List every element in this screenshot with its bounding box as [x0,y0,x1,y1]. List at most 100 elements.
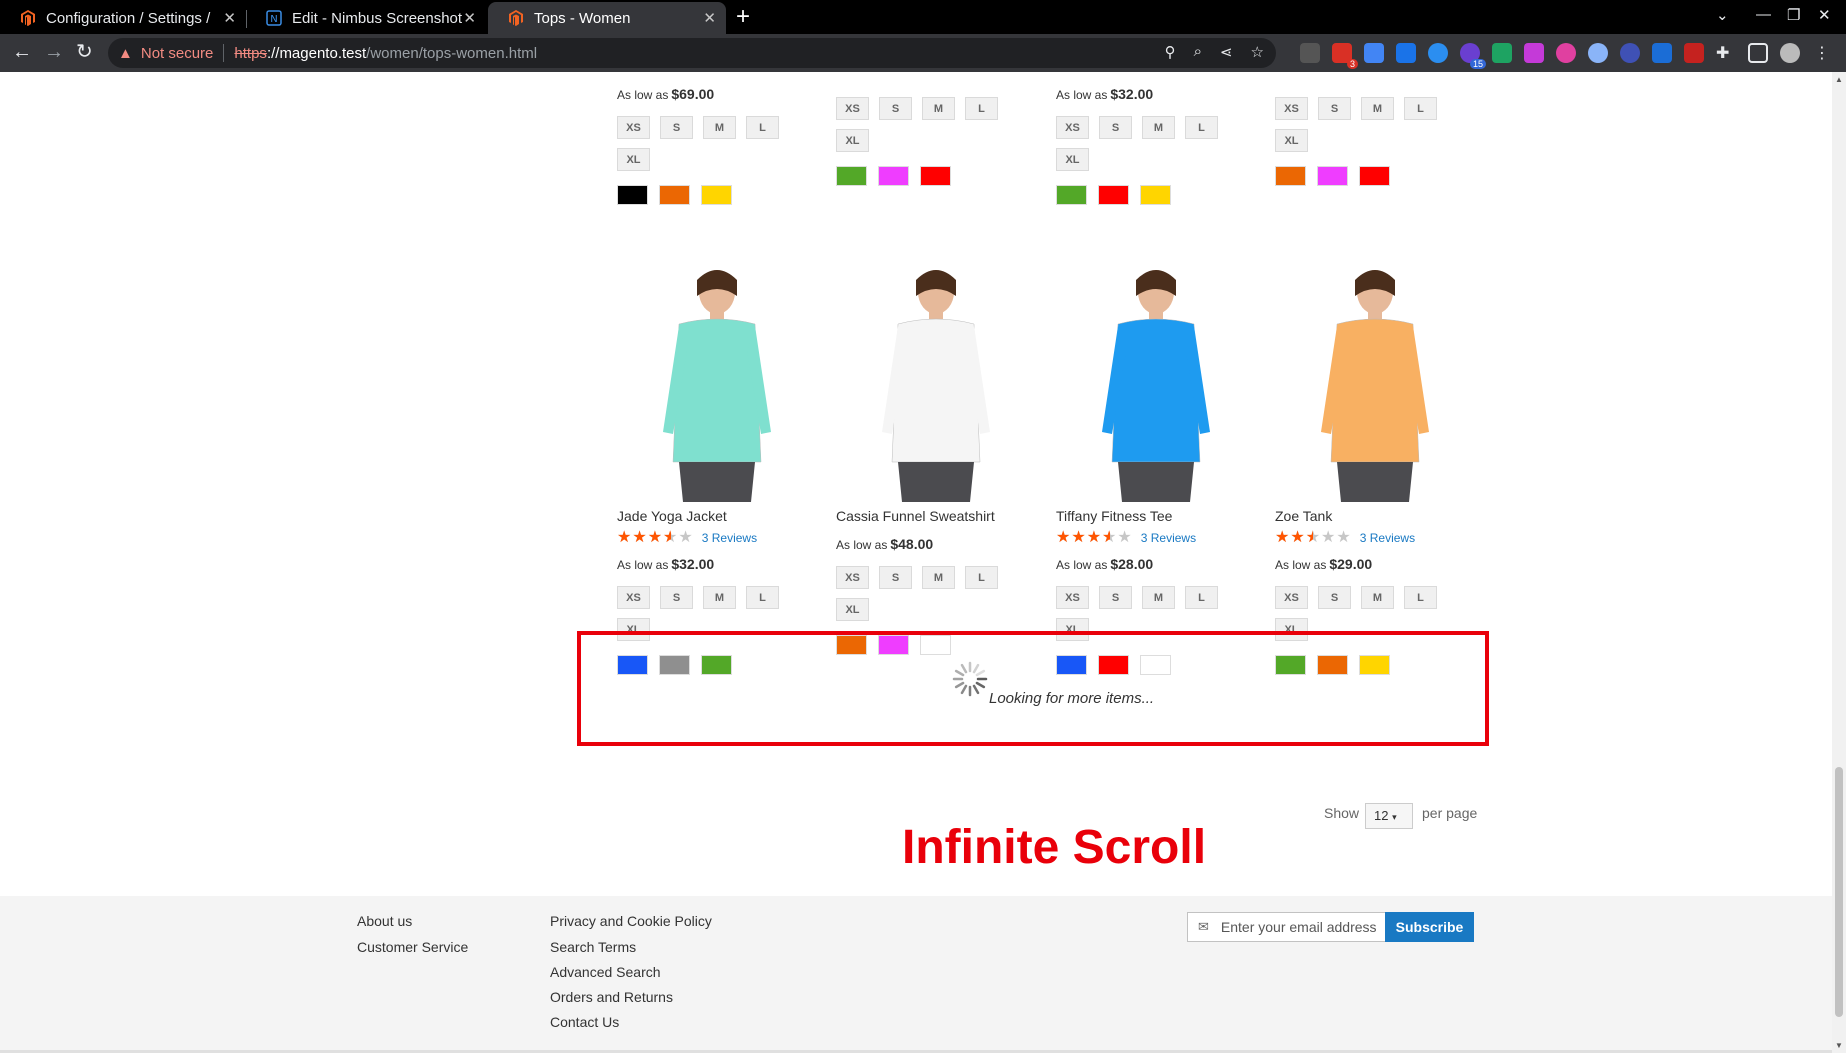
side-panel-icon[interactable] [1748,43,1768,63]
newsletter-email-field[interactable]: ✉ Enter your email address [1187,912,1387,942]
address-bar[interactable]: ▲ Not secure https ://magento.test /wome… [108,38,1276,68]
size-swatch[interactable]: XL [1275,129,1308,152]
color-extension-icon[interactable] [1524,43,1544,63]
size-swatch[interactable]: L [965,97,998,120]
size-swatch[interactable]: S [1318,586,1351,609]
tab-tops-women[interactable]: Tops - Women ✕ [488,2,726,34]
lips-extension-icon[interactable] [1684,43,1704,63]
puzzle-extension-icon[interactable]: 15 [1460,43,1486,69]
color-swatch[interactable] [1140,185,1171,205]
size-swatch[interactable]: L [746,116,779,139]
close-icon[interactable]: ✕ [223,9,236,27]
menu-kebab-icon[interactable]: ⋮ [1812,43,1832,63]
paw-extension-icon[interactable] [1588,43,1608,63]
color-swatch[interactable] [659,185,690,205]
color-swatch[interactable] [1098,185,1129,205]
size-swatch[interactable]: XL [836,129,869,152]
size-swatch[interactable]: L [1185,586,1218,609]
n-extension-icon[interactable] [1492,43,1512,63]
size-swatch[interactable]: M [1361,97,1394,120]
size-swatch[interactable]: XS [1275,586,1308,609]
footer-link-orders-returns[interactable]: Orders and Returns [550,989,673,1005]
size-swatch[interactable]: M [922,97,955,120]
new-tab-icon[interactable]: + [736,3,750,31]
share-icon[interactable]: ⋖ [1220,43,1233,61]
close-window-icon[interactable]: ✕ [1818,6,1831,24]
product-name[interactable]: Tiffany Fitness Tee [1056,508,1256,524]
footer-link-advanced-search[interactable]: Advanced Search [550,964,661,980]
color-swatch[interactable] [1056,185,1087,205]
color-swatch[interactable] [836,166,867,186]
size-swatch[interactable]: S [1318,97,1351,120]
back-icon[interactable]: ← [12,42,32,62]
color-swatch[interactable] [617,185,648,205]
footer-link-about[interactable]: About us [357,913,412,929]
size-swatch[interactable]: M [1361,586,1394,609]
close-icon[interactable]: ✕ [463,9,476,27]
size-swatch[interactable]: XL [1056,148,1089,171]
product-image[interactable] [1275,262,1475,502]
avatar[interactable] [1780,43,1800,63]
size-swatch[interactable]: S [879,97,912,120]
per-page-select[interactable]: 12 ▾ [1365,803,1413,829]
size-swatch[interactable]: M [703,586,736,609]
size-swatch[interactable]: M [1142,116,1175,139]
puzzle-piece-icon[interactable]: ✚ [1716,43,1736,63]
size-swatch[interactable]: S [660,116,693,139]
close-icon[interactable]: ✕ [703,9,716,27]
color-swatch[interactable] [920,166,951,186]
product-image[interactable] [617,262,817,502]
size-swatch[interactable]: L [1185,116,1218,139]
mail-extension-icon[interactable]: 3 [1332,43,1358,69]
scroll-down-icon[interactable]: ▼ [1835,1041,1843,1050]
color-swatch[interactable] [701,185,732,205]
tab-nimbus[interactable]: N Edit - Nimbus Screenshot ✕ [246,2,486,34]
product-name[interactable]: Cassia Funnel Sweatshirt [836,508,1036,524]
size-swatch[interactable]: L [1404,97,1437,120]
footer-link-privacy[interactable]: Privacy and Cookie Policy [550,913,712,929]
reviews-link[interactable]: 3 Reviews [1141,531,1196,545]
size-swatch[interactable]: L [1404,586,1437,609]
location-icon[interactable]: ⚲ [1165,43,1176,61]
translate-extension-icon[interactable] [1396,43,1416,63]
zoom-icon[interactable]: ⌕ [1194,43,1202,61]
size-swatch[interactable]: L [746,586,779,609]
restore-icon[interactable]: ❐ [1787,6,1800,24]
footer-link-customer-service[interactable]: Customer Service [357,939,468,955]
footer-link-search-terms[interactable]: Search Terms [550,939,636,955]
tab-search-icon[interactable]: ⌄ [1716,6,1729,24]
tab-configuration[interactable]: Configuration / Settings / ✕ [0,2,247,34]
size-swatch[interactable]: M [703,116,736,139]
size-swatch[interactable]: XS [836,566,869,589]
nimbus-extension-icon[interactable] [1652,43,1672,63]
circle-extension-icon[interactable] [1556,43,1576,63]
size-swatch[interactable]: M [1142,586,1175,609]
security-label[interactable]: Not secure [141,45,214,62]
size-swatch[interactable]: S [1099,586,1132,609]
size-swatch[interactable]: XL [617,148,650,171]
bookmark-star-icon[interactable]: ☆ [1251,43,1264,61]
color-swatch[interactable] [1317,166,1348,186]
size-swatch[interactable]: S [660,586,693,609]
page-scrollbar[interactable]: ▲ ▼ [1832,72,1846,1053]
scrollbar-thumb[interactable] [1835,767,1843,1017]
size-swatch[interactable]: S [1099,116,1132,139]
reviews-link[interactable]: 3 Reviews [1360,531,1415,545]
size-swatch[interactable]: XS [836,97,869,120]
product-image[interactable] [1056,262,1256,502]
size-swatch[interactable]: XS [1056,586,1089,609]
product-name[interactable]: Jade Yoga Jacket [617,508,817,524]
extension-icon[interactable] [1300,43,1320,63]
forward-icon[interactable]: → [44,42,64,62]
size-swatch[interactable]: S [879,566,912,589]
reload-icon[interactable]: ↻ [76,42,93,62]
globe-extension-icon[interactable] [1620,43,1640,63]
size-swatch[interactable]: M [922,566,955,589]
size-swatch[interactable]: XS [1275,97,1308,120]
reviews-link[interactable]: 3 Reviews [702,531,757,545]
size-swatch[interactable]: XL [836,598,869,621]
color-swatch[interactable] [1275,166,1306,186]
footer-link-contact[interactable]: Contact Us [550,1014,619,1030]
minimize-icon[interactable]: — [1756,6,1771,23]
color-swatch[interactable] [878,166,909,186]
